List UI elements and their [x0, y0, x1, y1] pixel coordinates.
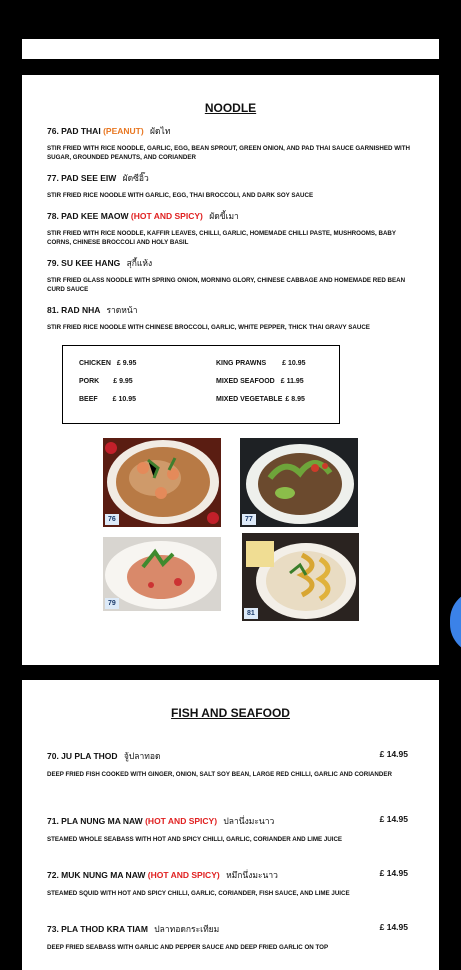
- item-name: 77. PAD SEE EIW: [47, 173, 117, 183]
- item-thai-name: ราดหน้า: [106, 305, 138, 315]
- menu-item-71-description: STEAMED WHOLE SEABASS WITH HOT AND SPICY…: [47, 836, 343, 843]
- item-thai-name: ผัดซีอิ๊ว: [122, 173, 149, 183]
- price-beef: BEEF £ 10.95: [79, 396, 136, 403]
- price-label: CHICKEN: [79, 360, 111, 367]
- photo-number-badge: 76: [105, 514, 119, 525]
- rad-nha-photo-icon: [242, 533, 359, 621]
- side-scroll-tab[interactable]: [450, 590, 461, 654]
- menu-item-78-title: 78. PAD KEE MAOW (HOT AND SPICY) ผัดขี้เ…: [47, 209, 239, 223]
- noodle-section-title: NOODLE: [204, 101, 257, 115]
- pad-thai-photo-icon: [103, 438, 221, 527]
- menu-item-81-description: STIR FRIED RICE NOODLE WITH CHINESE BROC…: [47, 324, 370, 331]
- photo-number-badge: 79: [105, 598, 119, 609]
- price-label: PORK: [79, 378, 100, 385]
- dish-photo-76: 76: [103, 438, 221, 527]
- menu-item-81-title: 81. RAD NHA ราดหน้า: [47, 303, 137, 317]
- price-amount: £ 10.95: [112, 396, 137, 403]
- menu-item-76-title: 76. PAD THAI (PEANUT) ผัดไท: [47, 124, 170, 138]
- menu-item-72-description: STEAMED SQUID WITH HOT AND SPICY CHILLI,…: [47, 890, 350, 897]
- price-amount: £ 9.95: [116, 360, 137, 367]
- item-thai-name: จู้ปลาทอด: [123, 751, 161, 761]
- item-name: 78. PAD KEE MAOW: [47, 211, 129, 221]
- menu-item-72-price: £ 14.95: [379, 868, 408, 878]
- item-name: 70. JU PLA THOD: [47, 751, 118, 761]
- menu-item-73-description: DEEP FRIED SEABASS WITH GARLIC AND PEPPE…: [47, 944, 329, 951]
- item-tag-hot-spicy: (HOT AND SPICY): [147, 870, 220, 880]
- item-tag-peanut: (PEANUT): [103, 126, 144, 136]
- price-chicken: CHICKEN £ 9.95: [79, 360, 136, 367]
- price-mixed-seafood: MIXED SEAFOOD £ 11.95: [216, 378, 304, 385]
- menu-item-79-title: 79. SU KEE HANG สุกี้แห้ง: [47, 256, 152, 270]
- fish-seafood-menu-page: FISH AND SEAFOOD 70. JU PLA THOD จู้ปลาท…: [22, 680, 439, 970]
- menu-item-79-description: STIR FRIED GLASS NOODLE WITH SPRING ONIO…: [47, 277, 406, 293]
- price-king-prawns: KING PRAWNS £ 10.95: [216, 360, 306, 367]
- menu-item-72-title: 72. MUK NUNG MA NAW (HOT AND SPICY) หมึก…: [47, 868, 278, 882]
- price-label: MIXED SEAFOOD: [216, 378, 275, 385]
- pad-see-eiw-photo-icon: [240, 438, 358, 527]
- photo-number-badge: 77: [242, 514, 256, 525]
- menu-item-71-title: 71. PLA NUNG MA NAW (HOT AND SPICY) ปลาน…: [47, 814, 274, 828]
- item-thai-name: ผัดขี้เมา: [209, 211, 239, 221]
- item-thai-name: ปลานึ่งมะนาว: [223, 816, 275, 826]
- price-amount: £ 10.95: [282, 360, 306, 367]
- item-name: 71. PLA NUNG MA NAW: [47, 816, 143, 826]
- menu-item-78-description: STIR FRIED WITH RICE NOODLE, KAFFIR LEAV…: [47, 230, 396, 246]
- menu-item-70-price: £ 14.95: [379, 749, 408, 759]
- su-kee-hang-photo-icon: [103, 537, 221, 611]
- item-name: 73. PLA THOD KRA TIAM: [47, 924, 148, 934]
- fish-section-title: FISH AND SEAFOOD: [171, 706, 290, 720]
- item-name: 79. SU KEE HANG: [47, 258, 121, 268]
- menu-item-77-title: 77. PAD SEE EIW ผัดซีอิ๊ว: [47, 171, 149, 185]
- item-thai-name: ผัดไท: [150, 126, 171, 136]
- menu-item-70-title: 70. JU PLA THOD จู้ปลาทอด: [47, 749, 161, 763]
- menu-item-71-price: £ 14.95: [379, 814, 408, 824]
- price-label: BEEF: [79, 396, 98, 403]
- protein-price-box: CHICKEN £ 9.95 PORK £ 9.95 BEEF £ 10.95 KIN…: [62, 345, 340, 424]
- menu-item-73-title: 73. PLA THOD KRA TIAM ปลาทอดกระเทียม: [47, 922, 219, 936]
- top-page-strip: [22, 39, 439, 59]
- photo-number-badge: 81: [244, 608, 258, 619]
- item-name: 81. RAD NHA: [47, 305, 101, 315]
- menu-item-76-description: STIR FRIED WITH RICE NOODLE, GARLIC, EGG…: [47, 145, 411, 161]
- menu-item-70-description: DEEP FRIED FISH COOKED WITH GINGER, ONIO…: [47, 771, 392, 778]
- price-label: MIXED VEGETABLE: [216, 396, 283, 403]
- item-thai-name: ปลาทอดกระเทียม: [154, 924, 220, 934]
- dish-photo-79: 79: [103, 537, 221, 611]
- price-mixed-vegetable: MIXED VEGETABLE £ 8.95: [216, 396, 305, 403]
- dish-photo-77: 77: [240, 438, 358, 527]
- item-tag-hot-spicy: (HOT AND SPICY): [130, 211, 203, 221]
- price-amount: £ 9.95: [113, 378, 133, 385]
- item-thai-name: หมึกนึ่งมะนาว: [226, 870, 278, 880]
- item-tag-hot-spicy: (HOT AND SPICY): [145, 816, 218, 826]
- price-pork: PORK £ 9.95: [79, 378, 133, 385]
- price-amount: £ 8.95: [285, 396, 305, 403]
- menu-item-73-price: £ 14.95: [379, 922, 408, 932]
- price-label: KING PRAWNS: [216, 360, 267, 367]
- dish-photo-81: 81: [242, 533, 359, 621]
- noodle-menu-page: NOODLE 76. PAD THAI (PEANUT) ผัดไท STIR …: [22, 75, 439, 665]
- menu-item-77-description: STIR FRIED RICE NOODLE WITH GARLIC, EGG,…: [47, 192, 314, 199]
- item-name: 72. MUK NUNG MA NAW: [47, 870, 146, 880]
- item-thai-name: สุกี้แห้ง: [126, 258, 153, 268]
- item-name: 76. PAD THAI: [47, 126, 101, 136]
- price-amount: £ 11.95: [280, 378, 304, 385]
